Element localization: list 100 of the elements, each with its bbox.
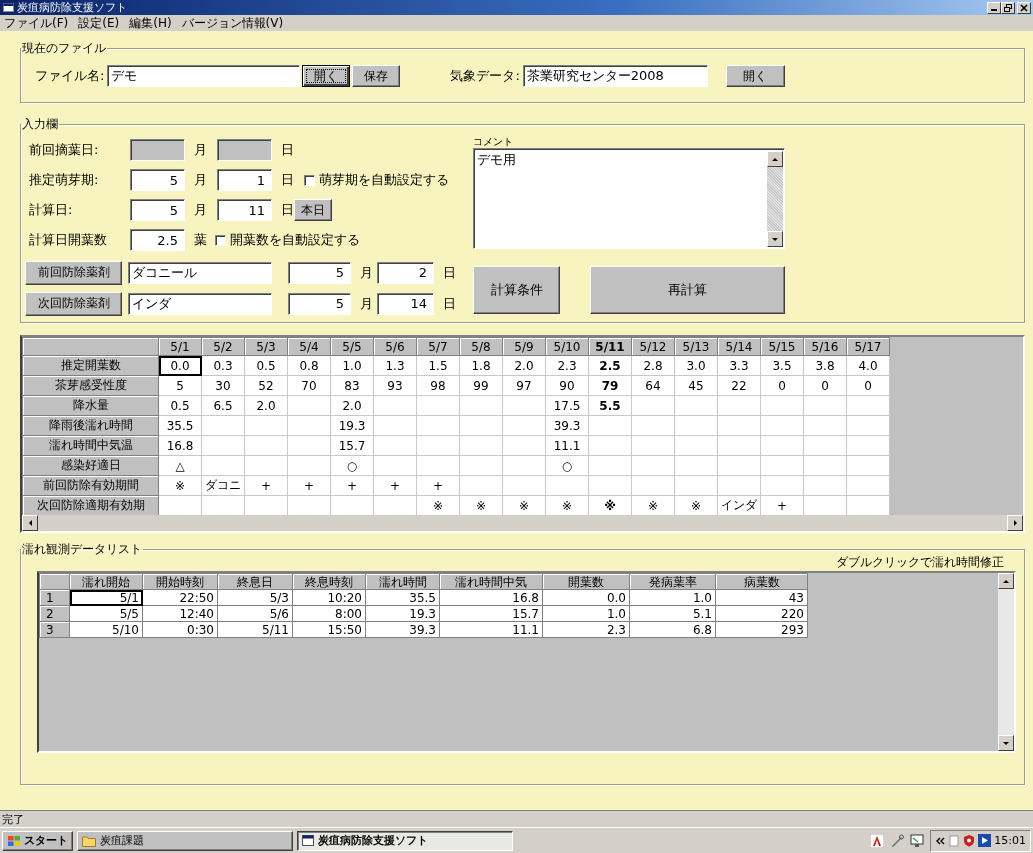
column-header[interactable]: 5/10 [545,337,589,356]
pesticide-field[interactable]: インダ [128,292,272,315]
status-text: 完了 [2,811,24,827]
field-label: 前回摘葉日: [29,141,100,159]
group-title: 現在のファイル [21,41,107,55]
column-header[interactable]: 5/7 [416,337,460,356]
day-field[interactable]: 11 [217,199,272,221]
column-header[interactable]: 終息時刻 [292,573,366,590]
column-header[interactable]: 5/16 [803,337,847,356]
month-field[interactable]: 5 [288,261,351,284]
column-header[interactable]: 5/8 [459,337,503,356]
group-title: 入力欄 [21,117,59,131]
conditions-button[interactable]: 計算条件 [473,266,560,314]
menu-item[interactable]: バージョン情報(V) [177,14,290,32]
start-button[interactable]: スタート [2,830,73,851]
vertical-scrollbar[interactable] [767,151,783,247]
horizontal-scrollbar[interactable] [22,515,1023,531]
left-arrow-icon [28,520,32,526]
checkbox[interactable] [304,174,315,186]
taskbar-button[interactable]: 炭疽課題 [77,830,293,851]
field-label: ファイル名: [35,67,105,85]
row-header: 感染好適日 [22,455,159,476]
menu-item[interactable]: ファイル(F) [0,14,75,32]
month-field[interactable]: 5 [288,292,351,315]
column-header[interactable]: 5/9 [502,337,546,356]
chevron-icon[interactable] [935,835,946,846]
column-header[interactable]: 濡れ時間中気 [439,573,543,590]
minimize-icon [991,9,997,11]
column-header[interactable]: 開始時刻 [142,573,218,590]
menu-item[interactable]: 編集(H) [125,14,178,32]
pesticide-field[interactable]: ダコニール [128,261,272,284]
column-header[interactable]: 発病葉率 [629,573,716,590]
play-icon[interactable] [978,834,992,847]
column-header[interactable]: 5/3 [244,337,288,356]
unit-label: 葉 [193,231,208,249]
checkbox-label: 萌芽期を自動設定する [319,171,449,189]
restore-button[interactable] [1001,1,1015,14]
column-header[interactable]: 5/13 [674,337,718,356]
monitor-icon[interactable] [910,833,925,848]
down-arrow-icon [1003,741,1009,745]
day-field[interactable]: 1 [217,169,272,191]
unit-label: 月 [193,171,208,189]
unit-label: 月 [193,201,208,219]
column-header[interactable]: 5/11 [588,337,632,356]
column-header[interactable]: 5/2 [201,337,245,356]
flag-icon [7,834,21,847]
unit-label: 月 [193,141,208,159]
row-header: 降水量 [22,395,159,416]
up-arrow-icon [772,157,778,161]
leaf-count-field[interactable]: 2.5 [130,229,185,251]
taskbar-button[interactable]: 炭疽病防除支援ソフト [297,830,513,851]
open-button[interactable]: 開く [725,65,785,87]
column-header[interactable]: 5/6 [373,337,417,356]
column-header[interactable]: 濡れ開始 [69,573,143,590]
column-header[interactable]: 5/15 [760,337,804,356]
open-button[interactable]: 開く [302,65,351,87]
column-header[interactable]: 終息日 [217,573,293,590]
weather-data-field[interactable]: 茶業研究センター2008 [522,65,708,87]
row-header: 降雨後濡れ時間 [22,415,159,436]
field-label: 気象データ: [450,67,520,85]
close-button[interactable] [1017,1,1031,14]
close-icon [1020,3,1028,12]
pen-icon[interactable] [890,833,905,848]
menu-item[interactable]: 設定(E) [74,14,126,32]
unit-label: 日 [442,263,457,282]
column-header[interactable]: 5/4 [287,337,331,356]
minimize-button[interactable] [987,1,1001,14]
column-header[interactable]: 濡れ時間 [365,573,440,590]
save-button[interactable]: 保存 [352,65,401,87]
unit-label: 日 [280,141,294,159]
folder-icon [82,834,96,847]
window-title: 炭疽病防除支援ソフト [17,0,127,15]
column-header[interactable]: 5/12 [631,337,675,356]
pesticide-button[interactable]: 次回防除薬剤 [25,291,122,316]
shield-icon[interactable] [963,834,976,847]
column-header[interactable]: 病葉数 [715,573,808,590]
checkbox[interactable] [215,234,226,246]
unit-label: 日 [280,171,294,189]
window-icon [302,835,314,846]
month-field[interactable]: 5 [130,169,185,191]
vertical-scrollbar[interactable] [998,573,1014,751]
column-header[interactable]: 5/5 [330,337,374,356]
triangle-icon[interactable] [870,833,885,848]
field-label: 計算日開葉数 [29,231,108,249]
day-field[interactable]: 2 [377,261,434,284]
pesticide-button[interactable]: 前回防除薬剤 [25,260,122,285]
column-header[interactable]: 5/1 [158,337,202,356]
column-header[interactable]: 5/14 [717,337,761,356]
column-header[interactable]: 5/17 [846,337,890,356]
clock: 15:01 [994,834,1026,847]
comment-field[interactable]: デモ用 [473,148,785,249]
month-field[interactable]: 5 [130,199,185,221]
column-header[interactable]: 開葉数 [542,573,630,590]
row-header: 前回防除有効期間 [22,475,159,496]
file-name-field[interactable]: デモ [107,65,301,87]
restore-icon [1004,3,1012,12]
recalculate-button[interactable]: 再計算 [590,266,785,314]
hint-text: ダブルクリックで濡れ時間修正 [835,554,1004,569]
day-field[interactable]: 14 [377,292,434,315]
today-button[interactable]: 本日 [294,199,332,221]
